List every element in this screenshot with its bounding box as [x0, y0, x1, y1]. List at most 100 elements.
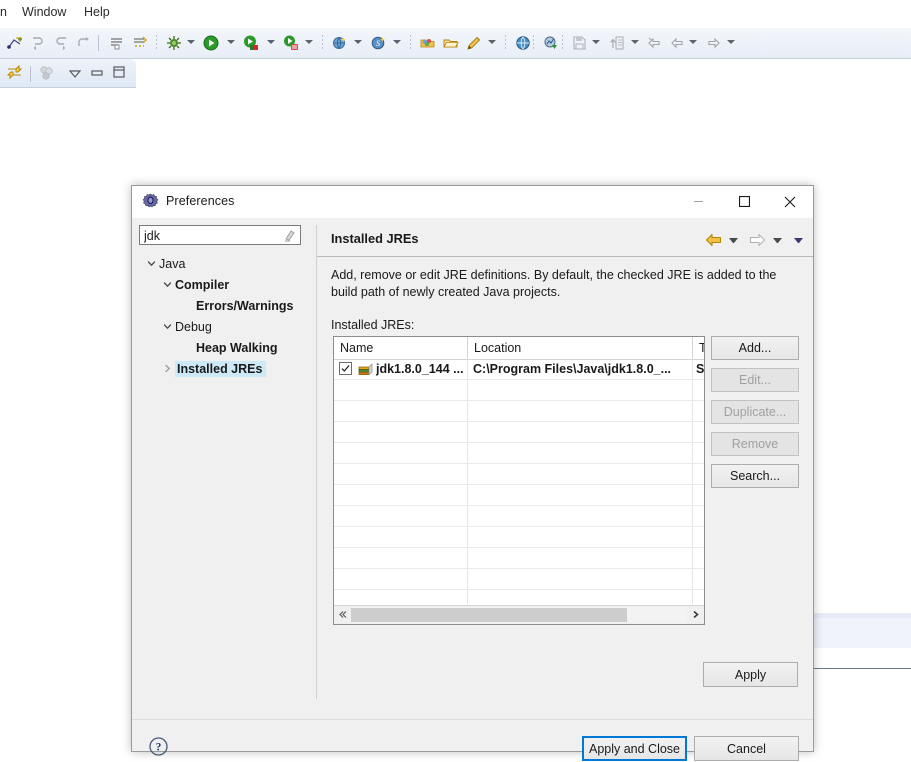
collapse-all-icon[interactable] [38, 64, 55, 84]
chevron-right-icon[interactable] [687, 606, 704, 623]
tree-item-compiler[interactable]: Compiler [139, 274, 316, 295]
toolbar-separator [322, 35, 323, 51]
tree-item-errors-warnings[interactable]: Errors/Warnings [139, 295, 316, 316]
back-icon[interactable] [668, 34, 686, 52]
apply-button[interactable]: Apply [703, 662, 798, 687]
filter-search-box[interactable] [139, 225, 301, 245]
tree-item-installed-jres[interactable]: Installed JREs [139, 358, 316, 379]
clear-filter-icon[interactable] [283, 229, 296, 245]
skip-breakpoints-icon[interactable] [108, 34, 126, 52]
column-header-name[interactable]: Name [334, 337, 468, 359]
edit-icon[interactable] [465, 34, 483, 52]
edit-dropdown-icon[interactable] [488, 40, 496, 46]
external-tools-dropdown-icon[interactable] [305, 40, 313, 46]
preferences-tree-pane: Java Compiler Errors/Warnings [139, 225, 317, 699]
open-browser-icon[interactable] [514, 34, 532, 52]
menu-item-truncated[interactable]: n [0, 5, 7, 19]
search-button[interactable]: Search... [711, 464, 799, 488]
search-input[interactable] [144, 228, 274, 243]
table-row-empty[interactable] [334, 569, 704, 590]
view-menu-icon[interactable] [68, 68, 82, 82]
chevron-down-icon[interactable] [159, 274, 175, 295]
cell-name: jdk1.8.0_144 ... [376, 362, 464, 376]
open-folder-icon[interactable] [442, 34, 460, 52]
maximize-icon[interactable] [112, 65, 126, 82]
table-row-empty[interactable] [334, 548, 704, 569]
table-row[interactable]: jdk1.8.0_144 ... C:\Program Files\Java\j… [334, 359, 704, 380]
tree-item-debug[interactable]: Debug [139, 316, 316, 337]
step-into-icon[interactable] [29, 34, 47, 52]
forward-dropdown-icon[interactable] [773, 238, 782, 244]
new-spring-icon[interactable]: S [370, 34, 388, 52]
table-row-empty[interactable] [334, 527, 704, 548]
back-dropdown-icon[interactable] [689, 40, 697, 46]
dialog-footer: ? Apply and Close Cancel [132, 719, 813, 761]
save-all-dropdown-icon[interactable] [592, 40, 600, 46]
chevron-down-icon[interactable] [794, 238, 803, 244]
debug-dropdown-icon[interactable] [187, 40, 195, 46]
edit-button[interactable]: Edit... [711, 368, 799, 392]
external-tools-icon[interactable] [282, 34, 300, 52]
column-header-location[interactable]: Location [468, 337, 693, 359]
step-return-icon[interactable] [75, 34, 93, 52]
table-row-empty[interactable] [334, 464, 704, 485]
menu-item-window[interactable]: Window [22, 5, 66, 19]
back-arrow-icon[interactable] [705, 232, 722, 252]
run-dropdown-icon[interactable] [227, 40, 235, 46]
table-horizontal-scrollbar[interactable] [334, 605, 704, 624]
cancel-button[interactable]: Cancel [694, 736, 799, 761]
scrollbar-thumb[interactable] [351, 608, 627, 622]
open-resource-icon[interactable] [419, 34, 437, 52]
forward-dropdown-icon[interactable] [727, 40, 735, 46]
forward-arrow-icon[interactable] [749, 232, 766, 252]
page-title: Installed JREs [331, 231, 419, 246]
tree-item-java[interactable]: Java [139, 253, 316, 274]
back-dropdown-icon[interactable] [729, 238, 738, 244]
coverage-icon[interactable] [242, 34, 260, 52]
debug-step-icon[interactable] [6, 34, 24, 52]
profile-icon[interactable] [542, 34, 560, 52]
add-button[interactable]: Add... [711, 336, 799, 360]
spring-dropdown-icon[interactable] [393, 40, 401, 46]
minimize-icon[interactable] [90, 68, 104, 82]
menu-item-help[interactable]: Help [84, 5, 110, 19]
maximize-icon[interactable] [721, 186, 767, 217]
remove-button[interactable]: Remove [711, 432, 799, 456]
jre-checkbox[interactable] [339, 362, 352, 375]
preferences-tree: Java Compiler Errors/Warnings Debug Heap… [139, 253, 316, 379]
duplicate-button[interactable]: Duplicate... [711, 400, 799, 424]
new-dropdown-icon[interactable] [354, 40, 362, 46]
save-all-icon[interactable] [570, 34, 588, 52]
toggle-breakpoint-icon[interactable] [131, 34, 149, 52]
new-wizard-icon[interactable] [331, 34, 349, 52]
table-row-empty[interactable] [334, 422, 704, 443]
chevron-left-icon[interactable] [334, 606, 351, 623]
close-icon[interactable] [767, 186, 813, 217]
table-row-empty[interactable] [334, 485, 704, 506]
table-row-empty[interactable] [334, 506, 704, 527]
svg-text:?: ? [156, 742, 162, 754]
screen: n Window Help S Preferences jdk Java Com… [0, 0, 911, 762]
back-history-icon[interactable] [645, 34, 663, 52]
minimize-icon[interactable] [675, 186, 721, 217]
coverage-dropdown-icon[interactable] [267, 40, 275, 46]
previous-annotation-icon[interactable] [608, 34, 626, 52]
column-header-type[interactable]: Ty [693, 337, 704, 359]
apply-and-close-button[interactable]: Apply and Close [582, 736, 687, 761]
link-with-editor-icon[interactable] [6, 64, 23, 84]
table-row-empty[interactable] [334, 380, 704, 401]
chevron-right-icon[interactable] [159, 358, 175, 379]
debug-as-icon[interactable] [165, 34, 183, 52]
installed-jres-table[interactable]: Name Location Ty [333, 336, 705, 625]
step-over-icon[interactable] [52, 34, 70, 52]
chevron-down-icon[interactable] [159, 316, 175, 337]
chevron-down-icon[interactable] [143, 253, 159, 274]
run-as-icon[interactable] [202, 34, 220, 52]
tree-item-heap-walking[interactable]: Heap Walking [139, 337, 316, 358]
annotation-dropdown-icon[interactable] [631, 40, 639, 46]
forward-icon[interactable] [705, 34, 723, 52]
table-row-empty[interactable] [334, 401, 704, 422]
table-row-empty[interactable] [334, 443, 704, 464]
help-question-icon[interactable]: ? [149, 737, 168, 759]
ide-left-view-toolbar [0, 59, 136, 88]
